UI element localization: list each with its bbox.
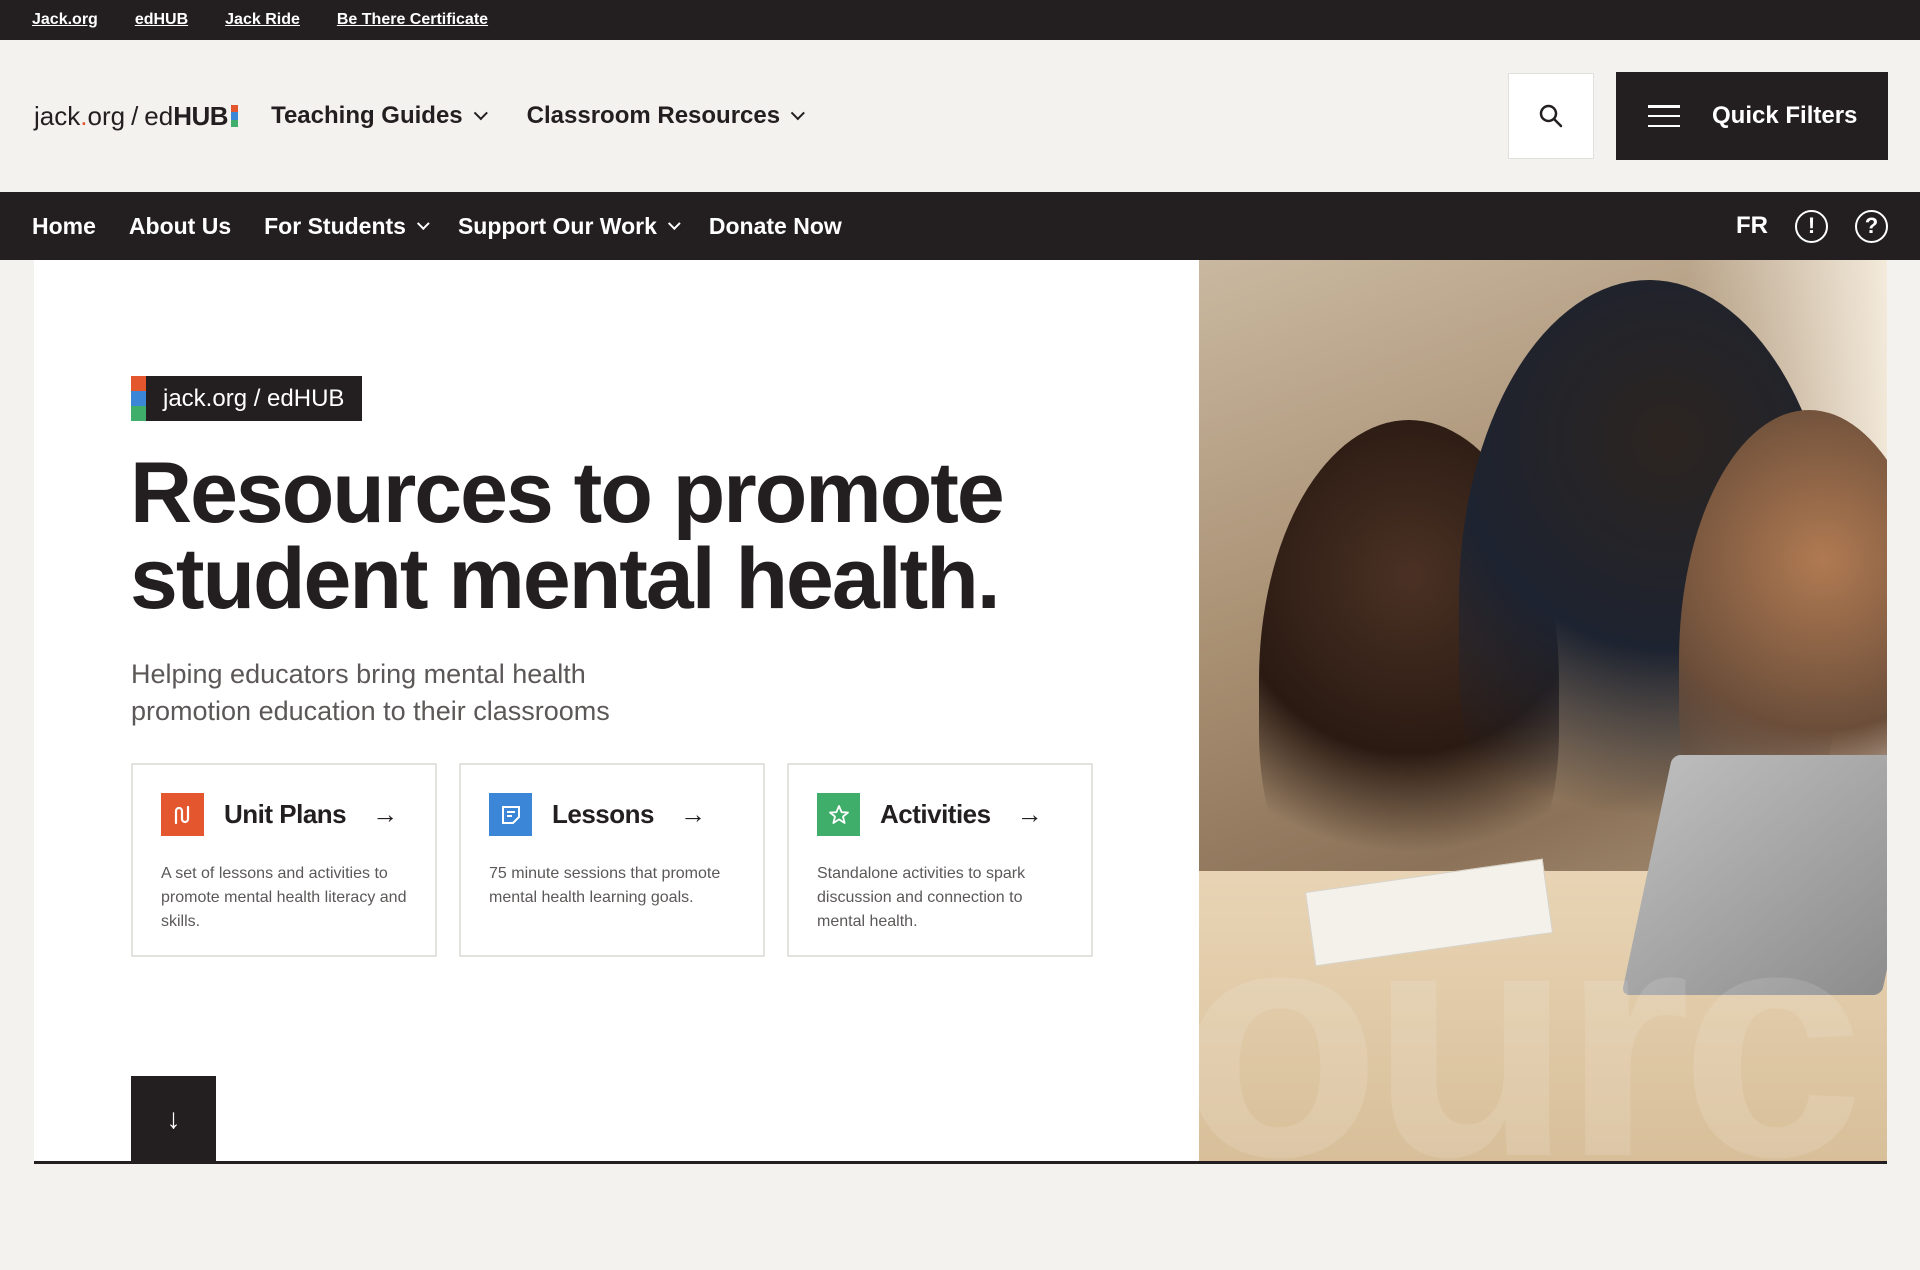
classroom-resources-dropdown[interactable]: Classroom Resources [526,102,806,130]
hero-headline: Resources to promote student mental heal… [130,450,1130,622]
nav-home[interactable]: Home [32,213,96,240]
secondary-nav-utilities: FR ! ? [1736,209,1888,243]
logo-text-org: org [87,100,126,131]
chevron-down-icon [473,106,488,121]
utility-bar: Jack.org edHUB Jack Ride Be There Certif… [0,0,1920,40]
arrow-right-icon: → [372,799,399,829]
site-logo[interactable]: jack. org / ed HUB [34,100,239,132]
scroll-down-button[interactable]: ↓ [131,1076,216,1161]
teaching-guides-label: Teaching Guides [271,102,463,129]
search-button[interactable] [1508,73,1594,159]
logo-color-bars-icon [231,105,239,127]
subhead-line-1: Helping educators bring mental health [131,659,586,689]
nav-donate-now[interactable]: Donate Now [709,213,842,240]
help-icon[interactable]: ? [1855,209,1888,243]
quick-filters-label: Quick Filters [1712,102,1858,129]
card-header: Lessons → [489,793,735,836]
utility-link-be-there[interactable]: Be There Certificate [337,11,488,29]
lessons-card[interactable]: Lessons → 75 minute sessions that promot… [459,763,765,957]
badge-color-stripe-icon [131,376,146,421]
resource-cards: Unit Plans → A set of lessons and activi… [131,763,1093,957]
unit-plans-icon [161,793,204,836]
secondary-nav: Home About Us For Students Support Our W… [0,192,1920,260]
language-toggle-fr[interactable]: FR [1736,212,1768,240]
main-header: jack. org / ed HUB Teaching Guides Classro… [0,40,1920,192]
card-title: Unit Plans [224,799,347,829]
card-header: Activities → [817,793,1063,836]
arrow-right-icon: → [680,799,706,829]
classroom-resources-label: Classroom Resources [526,102,781,129]
activities-icon [817,793,860,836]
logo-text-hub: HUB [173,100,229,131]
search-icon [1539,104,1563,128]
chevron-down-icon [416,216,430,230]
logo-dot: . [80,100,88,131]
card-description: Standalone activities to spark discussio… [817,865,1026,930]
logo-text-ed: ed [144,100,174,131]
utility-link-edhub[interactable]: edHUB [135,11,188,29]
card-title: Activities [880,799,991,829]
activities-card[interactable]: Activities → Standalone activities to sp… [787,763,1093,957]
teaching-guides-dropdown[interactable]: Teaching Guides [271,102,488,130]
edhub-badge: jack.org / edHUB [131,376,363,421]
card-title: Lessons [552,799,655,829]
lessons-icon [489,793,532,836]
header-nav: Teaching Guides Classroom Resources [271,102,806,130]
alert-icon[interactable]: ! [1795,209,1828,243]
card-description: A set of lessons and activities to promo… [161,865,407,930]
hero-content: jack.org / edHUB Resources to promote st… [34,260,1199,1161]
header-actions: Quick Filters [1508,72,1888,160]
unit-plans-card[interactable]: Unit Plans → A set of lessons and activi… [131,763,437,957]
chevron-down-icon [667,216,681,230]
nav-for-students-dropdown[interactable]: For Students [264,212,430,240]
nav-for-students-label: For Students [264,212,406,239]
quick-filters-button[interactable]: Quick Filters [1616,72,1888,160]
nav-support-our-work-label: Support Our Work [457,212,657,239]
chevron-down-icon [790,106,806,121]
utility-link-jack-ride[interactable]: Jack Ride [225,11,300,29]
utility-link-jack-org[interactable]: Jack.org [32,11,98,29]
headline-line-1: Resources to promote [130,445,1005,541]
nav-about-us[interactable]: About Us [129,213,231,240]
arrow-down-icon: ↓ [166,1102,181,1134]
hamburger-icon [1648,105,1680,127]
card-header: Unit Plans → [161,793,407,836]
hero-section: jack.org / edHUB Resources to promote st… [34,260,1887,1164]
badge-label: jack.org / edHUB [163,384,345,412]
arrow-right-icon: → [1016,799,1043,829]
logo-slash: / [131,100,139,131]
headline-line-2: student mental health. [130,531,1001,627]
logo-text-jack: jack [34,100,81,131]
watermark-text: ourc [1199,856,1864,1161]
hero-photo: ourc [1199,260,1887,1161]
subhead-line-2: promotion education to their classrooms [131,696,610,726]
nav-support-our-work-dropdown[interactable]: Support Our Work [457,212,681,240]
card-description: 75 minute sessions that promote mental h… [489,865,721,906]
hero-subheading: Helping educators bring mental health pr… [131,656,691,730]
